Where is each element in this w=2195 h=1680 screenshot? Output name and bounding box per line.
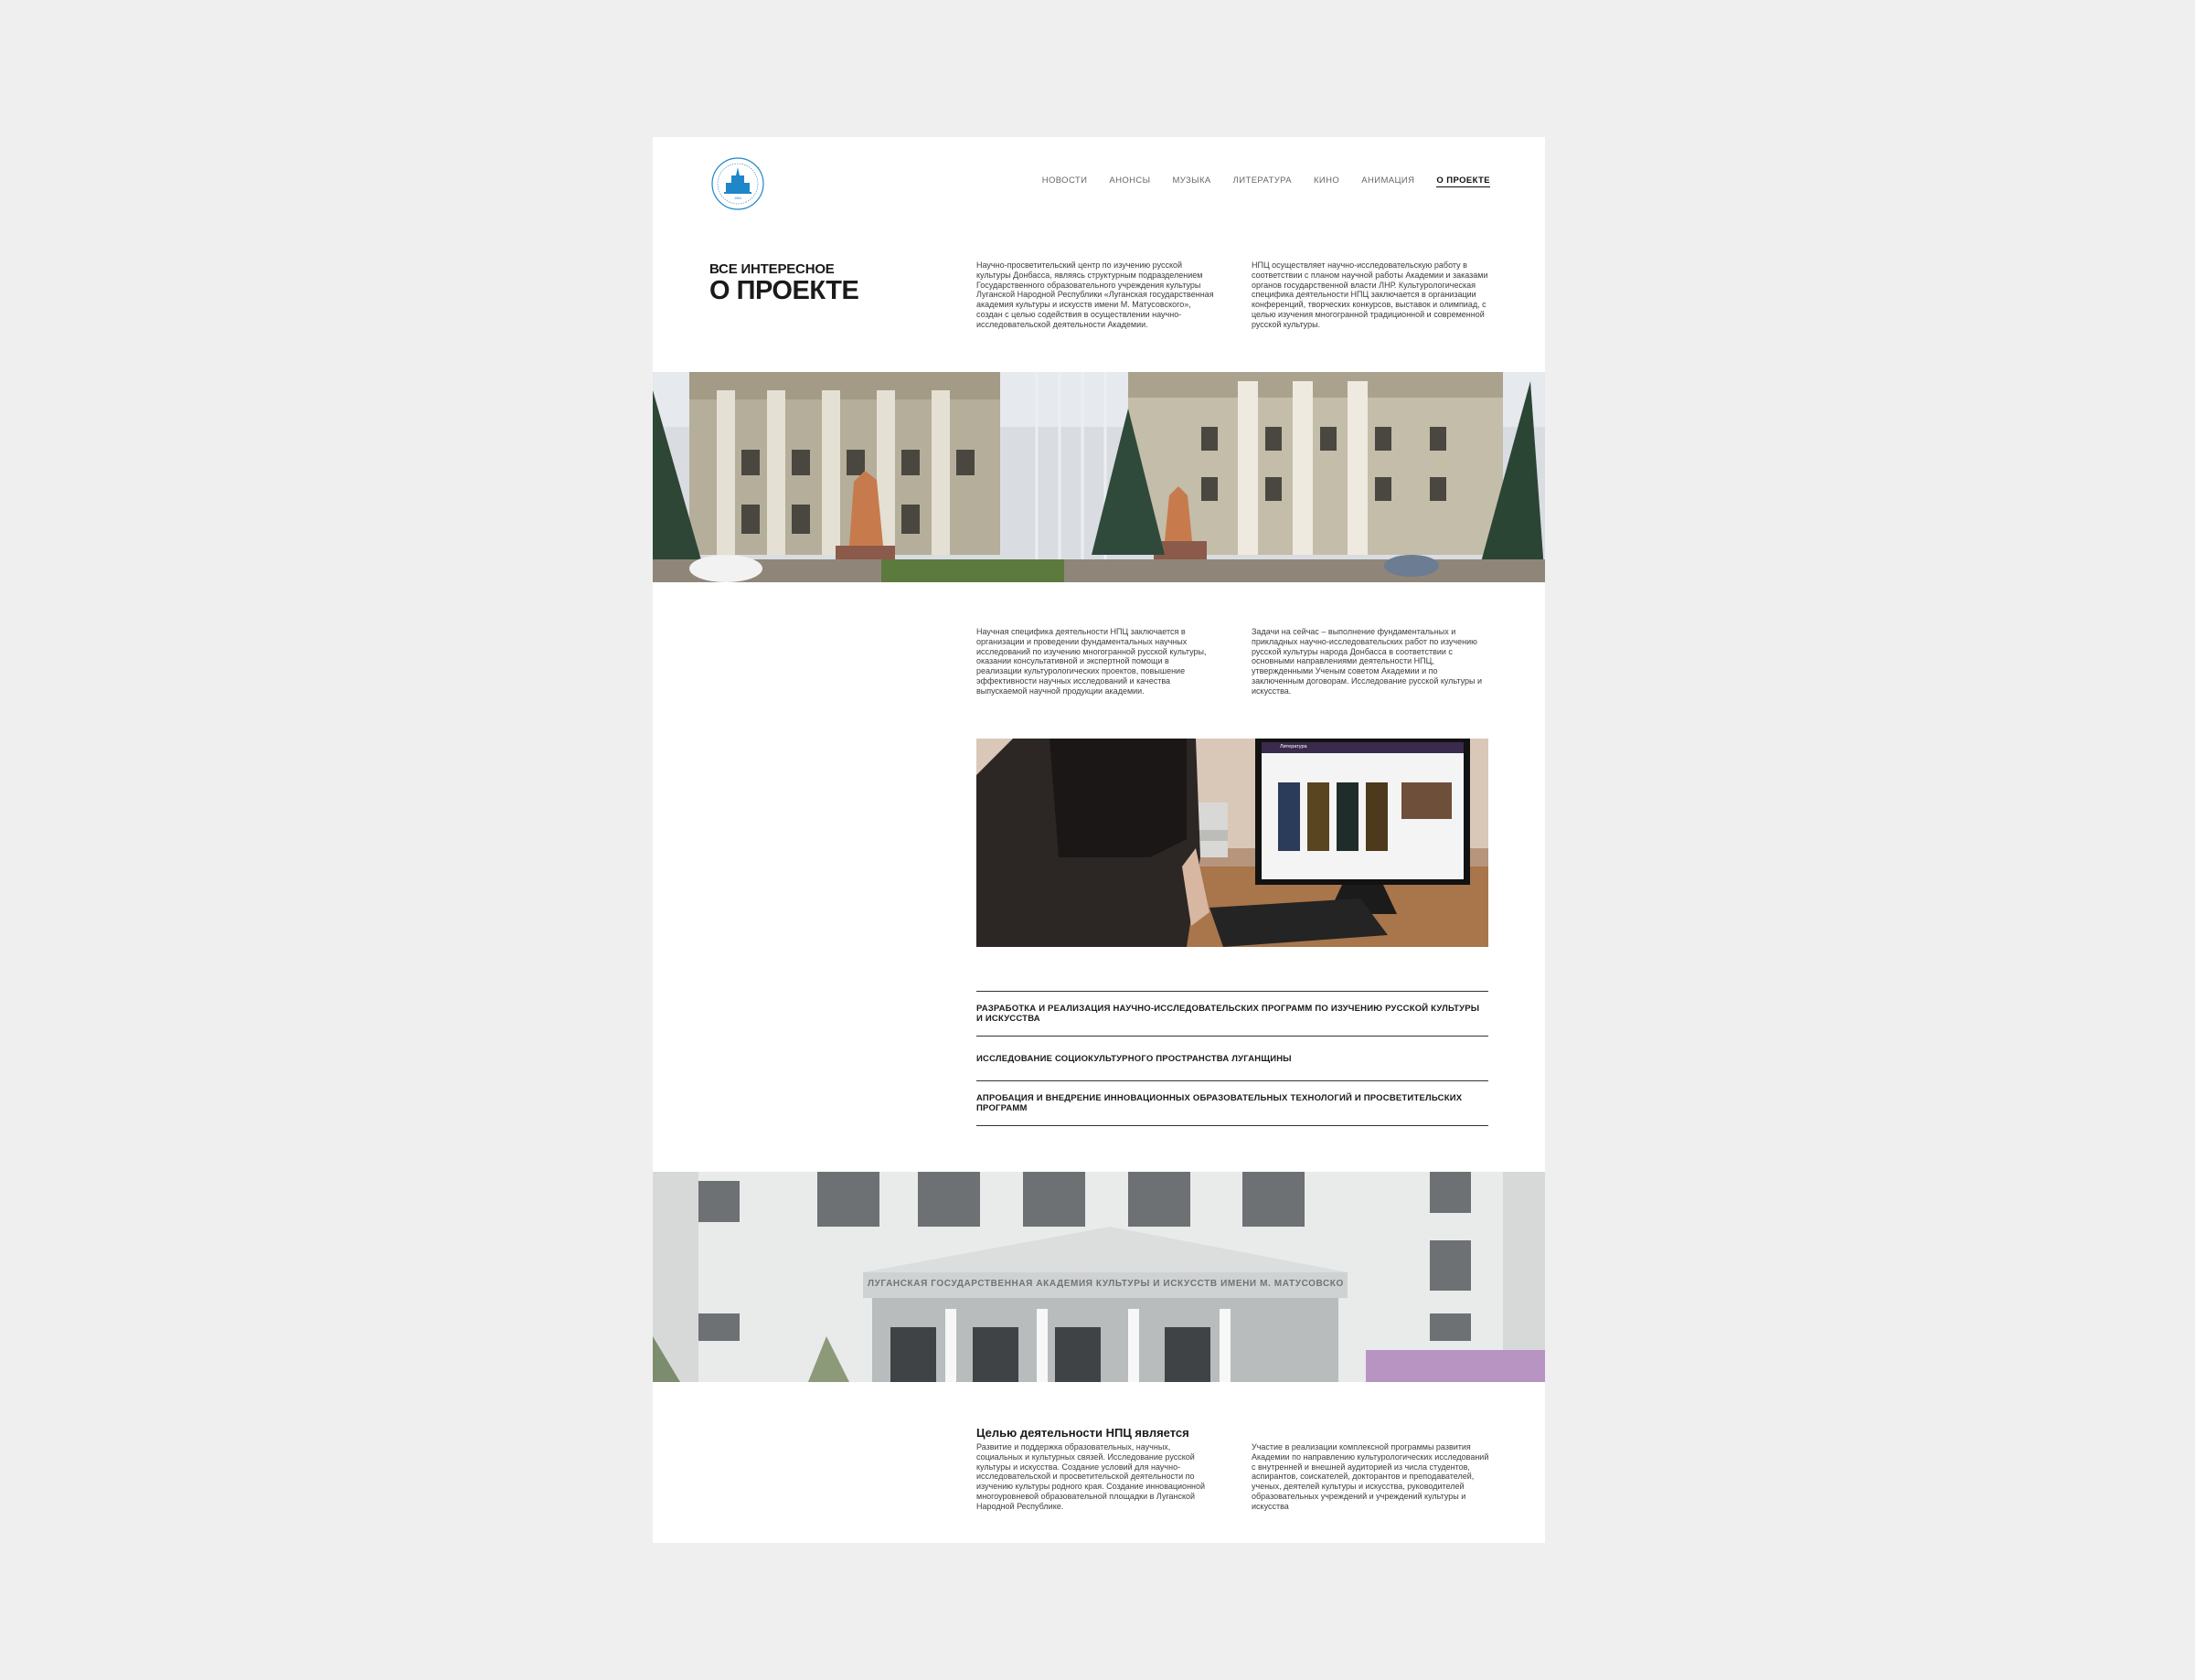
academy-emblem-icon[interactable]: 1964 <box>709 155 766 212</box>
nav-item-news[interactable]: НОВОСТИ <box>1042 175 1088 187</box>
nav-item-announcements[interactable]: АНОНСЫ <box>1109 175 1150 187</box>
tasks-paragraph: Задачи на сейчас – выполнение фундамента… <box>1252 627 1483 696</box>
svg-text:1964: 1964 <box>734 197 741 200</box>
list-item-label: РАЗРАБОТКА И РЕАЛИЗАЦИЯ НАУЧНО-ИССЛЕДОВА… <box>976 1004 1480 1024</box>
goal-paragraph-2: Участие в реализации комплексной програм… <box>1252 1442 1489 1511</box>
academy-facade-photo: ЛУГАНСКАЯ ГОСУДАРСТВЕННАЯ АКАДЕМИЯ КУЛЬТ… <box>653 1172 1545 1382</box>
section-eyebrow: ВСЕ ИНТЕРЕСНОЕ <box>709 261 835 277</box>
goal-title: Целью деятельности НПЦ является <box>976 1426 1189 1440</box>
nav-item-cinema[interactable]: КИНО <box>1314 175 1339 187</box>
list-item[interactable]: АПРОБАЦИЯ И ВНЕДРЕНИЕ ИННОВАЦИОННЫХ ОБРА… <box>976 1081 1488 1126</box>
list-item-label: АПРОБАЦИЯ И ВНЕДРЕНИЕ ИННОВАЦИОННЫХ ОБРА… <box>976 1093 1463 1113</box>
specifics-paragraph: Научная специфика деятельности НПЦ заклю… <box>976 627 1207 696</box>
page-title: О ПРОЕКТЕ <box>709 276 859 305</box>
nav-item-animation[interactable]: АНИМАЦИЯ <box>1361 175 1414 187</box>
nav-item-music[interactable]: МУЗЫКА <box>1172 175 1210 187</box>
list-item[interactable]: РАЗРАБОТКА И РЕАЛИЗАЦИЯ НАУЧНО-ИССЛЕДОВА… <box>976 992 1488 1037</box>
intro-paragraph-1: Научно-просветительский центр по изучени… <box>976 261 1214 329</box>
list-item[interactable]: ИССЛЕДОВАНИЕ СОЦИОКУЛЬТУРНОГО ПРОСТРАНСТ… <box>976 1037 1488 1081</box>
facade-sign-text: ЛУГАНСКАЯ ГОСУДАРСТВЕННАЯ АКАДЕМИЯ КУЛЬТ… <box>868 1279 1343 1289</box>
page: 1964 НОВОСТИ АНОНСЫ МУЗЫКА ЛИТЕРАТУРА КИ… <box>653 137 1545 1543</box>
directions-list: РАЗРАБОТКА И РЕАЛИЗАЦИЯ НАУЧНО-ИССЛЕДОВА… <box>976 991 1488 1126</box>
screen-header-text: Литература <box>1280 744 1307 750</box>
goal-paragraph-1: Развитие и поддержка образовательных, на… <box>976 1442 1206 1511</box>
main-nav: НОВОСТИ АНОНСЫ МУЗЫКА ЛИТЕРАТУРА КИНО АН… <box>1042 175 1490 187</box>
nav-item-literature[interactable]: ЛИТЕРАТУРА <box>1233 175 1292 187</box>
academy-building-photo <box>653 372 1545 582</box>
intro-paragraph-2: НПЦ осуществляет научно-исследовательску… <box>1252 261 1488 329</box>
list-item-label: ИССЛЕДОВАНИЕ СОЦИОКУЛЬТУРНОГО ПРОСТРАНСТ… <box>976 1053 1292 1064</box>
computer-user-photo: Литература <box>976 739 1488 947</box>
nav-item-about[interactable]: О ПРОЕКТЕ <box>1436 175 1490 187</box>
